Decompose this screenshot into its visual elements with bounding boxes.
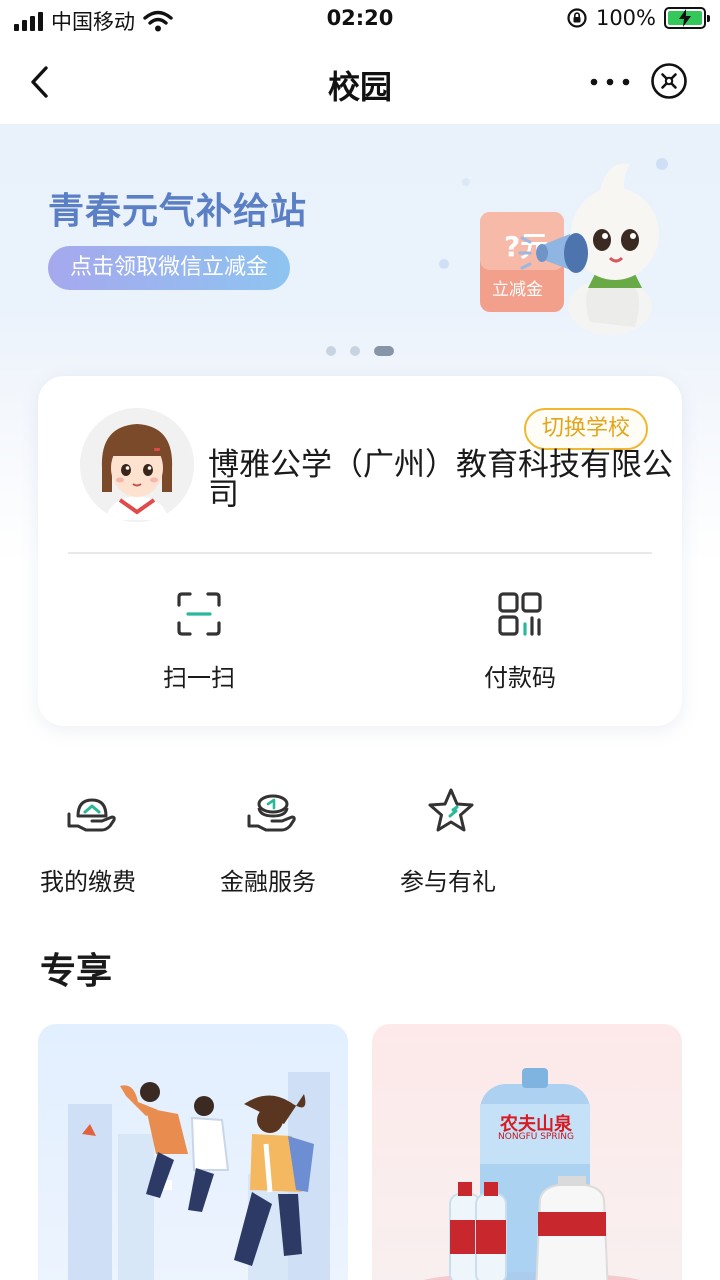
promo-card-water[interactable]: 农夫山泉 NONGFU SPRING <box>372 1024 682 1280</box>
mascot-illustration: ?元 立减金 <box>439 158 668 335</box>
finance-service-label: 金融服务 <box>220 868 316 896</box>
switch-school-button[interactable]: 切换学校 <box>524 408 649 450</box>
section-title: 专享 <box>40 951 113 992</box>
carrier-name: 中国移动 <box>51 10 135 34</box>
divider <box>68 552 652 554</box>
banner-button[interactable]: 点击领取微信立减金 <box>48 246 291 290</box>
water-bottles-illustration <box>423 1068 641 1280</box>
nav-bar: 校园 <box>0 42 720 122</box>
payment-code-label: 付款码 <box>484 664 556 692</box>
campus-page: 中国移动 02:20 100% 校园 青春元气补给站 点击领取微信立减金 ?元 … <box>0 0 720 1280</box>
carousel-dot[interactable] <box>350 346 360 356</box>
hand-finance-icon <box>247 794 296 832</box>
more-icon[interactable] <box>588 68 632 96</box>
banner-title: 青春元气补给站 <box>48 191 308 232</box>
battery-icon <box>664 7 710 29</box>
signal-icon <box>14 11 43 31</box>
carousel-dot-active[interactable] <box>374 346 394 356</box>
promo-card-students[interactable] <box>38 1024 348 1280</box>
avatar[interactable] <box>80 408 194 522</box>
star-icon <box>428 788 474 832</box>
promo-banner[interactable]: 青春元气补给站 点击领取微信立减金 ?元 立减金 <box>0 124 720 384</box>
status-left: 中国移动 <box>14 6 173 36</box>
battery-percent: 100% <box>595 6 656 30</box>
rewards-label: 参与有礼 <box>400 868 496 896</box>
hand-payment-icon <box>67 798 116 832</box>
brand-subtitle: NONGFU SPRING <box>498 1132 574 1142</box>
avatar-illustration <box>80 408 194 522</box>
close-icon[interactable] <box>650 62 688 100</box>
payment-code-icon <box>498 592 542 636</box>
status-right: 100% <box>566 6 710 30</box>
school-name: 博雅公学（广州）教育科技有限公司 <box>208 447 673 513</box>
my-payment-label: 我的缴费 <box>40 868 136 896</box>
wifi-icon <box>143 10 173 32</box>
carousel-dot[interactable] <box>326 346 336 356</box>
students-illustration <box>68 1072 330 1280</box>
status-bar: 中国移动 02:20 100% <box>0 0 720 40</box>
orientation-lock-icon <box>567 8 587 28</box>
school-card: 切换学校 博雅公学（广州）教育科技有限公司 扫一扫 付款码 <box>38 376 682 726</box>
back-icon[interactable] <box>22 62 62 102</box>
payment-code-button[interactable]: 付款码 <box>440 590 600 693</box>
carousel-indicator <box>0 346 720 356</box>
my-payment-button[interactable]: 我的缴费 <box>40 786 160 897</box>
scan-icon <box>177 592 221 636</box>
scan-label: 扫一扫 <box>163 664 235 692</box>
scan-button[interactable]: 扫一扫 <box>119 590 279 693</box>
coupon-label: 立减金 <box>492 280 543 300</box>
rewards-button[interactable]: 参与有礼 <box>400 786 520 897</box>
finance-service-button[interactable]: 金融服务 <box>220 786 340 897</box>
